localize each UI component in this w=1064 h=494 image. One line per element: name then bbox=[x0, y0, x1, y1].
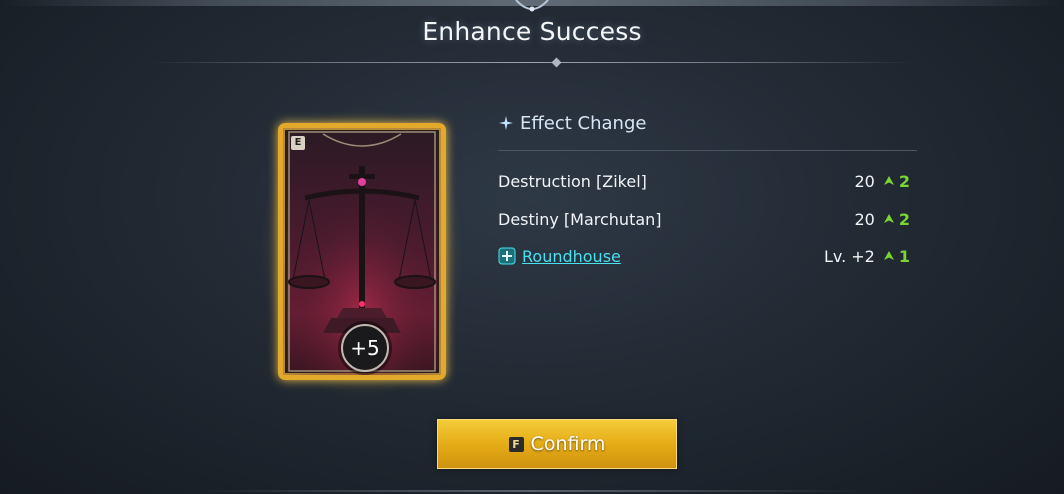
effect-value: 20 bbox=[854, 171, 875, 191]
dialog-title: Enhance Success bbox=[422, 17, 642, 46]
skill-link-group[interactable]: Roundhouse bbox=[498, 247, 621, 266]
effect-row: Destruction [Zikel] 20 2 bbox=[498, 169, 910, 193]
effect-name: Destruction [Zikel] bbox=[498, 171, 647, 191]
effect-divider bbox=[498, 150, 917, 151]
increase-arrow-icon bbox=[883, 176, 894, 185]
effect-delta: 1 bbox=[898, 246, 910, 266]
card-grade-badge: E bbox=[291, 136, 305, 150]
top-ornament-icon bbox=[515, 0, 549, 12]
card-enhance-level: +5 bbox=[341, 324, 389, 372]
confirm-label: Confirm bbox=[530, 433, 606, 455]
title-divider bbox=[150, 62, 914, 63]
increase-arrow-icon bbox=[883, 251, 894, 260]
enhanced-card: E +5 bbox=[278, 123, 446, 380]
effect-change-title: Effect Change bbox=[520, 112, 647, 134]
bottom-divider bbox=[200, 490, 864, 492]
confirm-button[interactable]: F Confirm bbox=[437, 419, 677, 469]
skill-plus-icon bbox=[498, 247, 516, 265]
effect-value: 20 bbox=[854, 209, 875, 229]
effect-value-group: 20 2 bbox=[855, 210, 911, 229]
divider-diamond-icon bbox=[551, 57, 562, 68]
sparkle-icon bbox=[499, 116, 513, 130]
effect-change-header: Effect Change bbox=[498, 110, 646, 136]
effect-delta: 2 bbox=[898, 171, 910, 191]
effect-name: Destiny [Marchutan] bbox=[498, 209, 662, 229]
effect-row: Roundhouse Lv. +2 1 bbox=[498, 244, 910, 268]
skill-link-roundhouse[interactable]: Roundhouse bbox=[522, 247, 621, 266]
effect-value-group: Lv. +2 1 bbox=[824, 247, 910, 266]
effect-delta: 2 bbox=[898, 209, 910, 229]
increase-arrow-icon bbox=[883, 214, 894, 223]
effect-row: Destiny [Marchutan] 20 2 bbox=[498, 207, 910, 231]
hotkey-f-badge: F bbox=[508, 436, 524, 452]
effect-value-group: 20 2 bbox=[855, 172, 911, 191]
effect-value: Lv. +2 bbox=[823, 246, 875, 266]
